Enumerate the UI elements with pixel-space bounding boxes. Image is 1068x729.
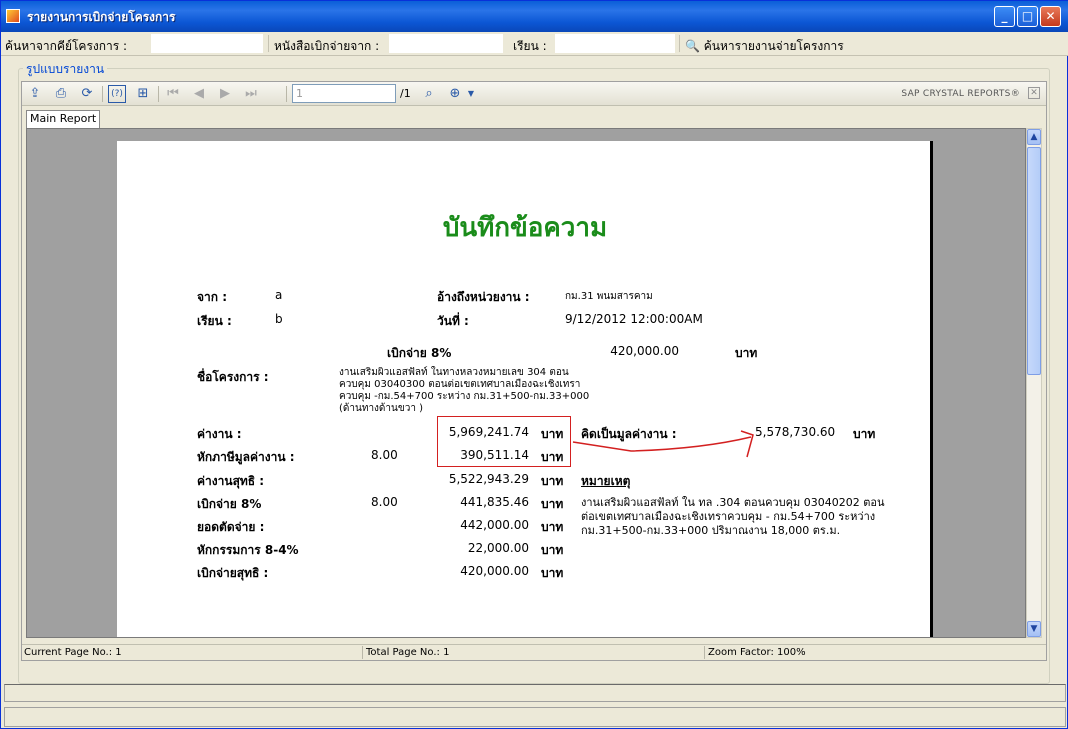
previous-page-icon[interactable]: ◀: [190, 85, 208, 103]
status-separator: [362, 646, 363, 659]
search-report-button[interactable]: 🔍 ค้นหารายงานจ่ายโครงการ: [685, 37, 844, 56]
crystal-report-viewer: ⇪ ⎙ ⟳ (?) ⊞ ⏮ ◀ ▶ ⏭ 1 /1 ⌕ ⊕ ▼ SAP CRYST…: [21, 81, 1047, 661]
to-label: เรียน :: [197, 314, 232, 328]
committee-value: 22,000.00: [467, 541, 529, 555]
disburse-value: 420,000.00: [610, 344, 679, 358]
report-window: รายงานการเบิกจ่ายโครงการ _ □ ✕ ค้นหาจากค…: [0, 0, 1068, 729]
group-tree-icon[interactable]: ⊞: [134, 85, 152, 103]
net-pay-value: 420,000.00: [460, 564, 529, 578]
search-report-label: ค้นหารายงานจ่ายโครงการ: [703, 39, 844, 53]
project-key-input[interactable]: [151, 34, 263, 53]
zoom-factor-status: Zoom Factor: 100%: [708, 647, 806, 658]
lower-panel: [4, 684, 1066, 702]
disburse-8-value: 441,835.46: [460, 495, 529, 509]
letter-from-label: หนังสือเบิกจ่ายจาก :: [274, 39, 380, 53]
net-work-value: 5,522,943.29: [448, 472, 529, 486]
to-label: เรียน :: [513, 39, 547, 53]
current-page-status: Current Page No.: 1: [24, 647, 122, 658]
title-bar[interactable]: รายงานการเบิกจ่ายโครงการ _ □ ✕: [1, 1, 1068, 32]
crystal-reports-brand: SAP CRYSTAL REPORTS®: [901, 89, 1020, 99]
export-icon[interactable]: ⇪: [26, 85, 44, 103]
baht-unit: บาท: [541, 497, 564, 511]
net-pay-label: เบิกจ่ายสุทธิ :: [197, 566, 269, 580]
viewer-toolbar: ⇪ ⎙ ⟳ (?) ⊞ ⏮ ◀ ▶ ⏭ 1 /1 ⌕ ⊕ ▼ SAP CRYST…: [22, 82, 1046, 106]
report-canvas: บันทึกข้อความ จาก : a เรียน : b อ้างถึงห…: [26, 128, 1026, 638]
window-title: รายงานการเบิกจ่ายโครงการ: [27, 10, 176, 24]
help-icon[interactable]: (?): [108, 85, 126, 103]
viewer-statusbar: Current Page No.: 1 Total Page No.: 1 Zo…: [22, 644, 1046, 660]
report-page: บันทึกข้อความ จาก : a เรียน : b อ้างถึงห…: [117, 141, 933, 637]
project-name-label: ชื่อโครงการ :: [197, 370, 269, 384]
status-separator: [704, 646, 705, 659]
page-total-label: /1: [400, 87, 411, 100]
deduct-tax-rate: 8.00: [371, 448, 398, 462]
toolbar-separator: [102, 86, 103, 102]
search-toolbar: ค้นหาจากคีย์โครงการ : หนังสือเบิกจ่ายจาก…: [1, 32, 1068, 56]
net-work-label: ค่างานสุทธิ :: [197, 474, 265, 488]
date-value: 9/12/2012 12:00:00AM: [565, 312, 703, 326]
toolbar-separator: [679, 35, 680, 52]
toolbar-separator: [286, 86, 287, 102]
calc-value: 5,578,730.60: [755, 425, 836, 439]
scroll-thumb[interactable]: [1027, 147, 1041, 375]
baht-unit: บาท: [541, 543, 564, 557]
disburse-8-label: เบิกจ่าย 8%: [197, 497, 262, 511]
ref-unit-value: กม.31 พนมสารคาม: [565, 291, 653, 302]
round-pay-value: 442,000.00: [460, 518, 529, 532]
baht-unit: บาท: [735, 346, 758, 360]
maximize-button[interactable]: □: [1017, 6, 1038, 27]
window-statusbar: [4, 707, 1066, 727]
annotation-arrow: [572, 430, 754, 458]
date-label: วันที่ :: [437, 314, 469, 328]
committee-label: หักกรรมการ 8-4%: [197, 543, 299, 557]
last-page-icon[interactable]: ⏭: [242, 85, 260, 103]
memo-title: บันทึกข้อความ: [442, 213, 608, 243]
find-icon[interactable]: ⌕: [420, 85, 438, 103]
deduct-tax-label: หักภาษีมูลค่างาน :: [197, 450, 295, 464]
baht-unit: บาท: [541, 474, 564, 488]
page-number-input[interactable]: 1: [292, 84, 396, 103]
note-label: หมายเหตุ: [581, 474, 631, 488]
tab-main-report[interactable]: Main Report: [26, 110, 101, 128]
from-label: จาก :: [197, 290, 228, 304]
app-icon: [6, 9, 20, 23]
refresh-icon[interactable]: ⟳: [78, 85, 96, 103]
letter-from-input[interactable]: [389, 34, 503, 53]
from-value: a: [275, 288, 283, 302]
close-button[interactable]: ✕: [1040, 6, 1061, 27]
baht-unit: บาท: [541, 520, 564, 534]
scroll-down-icon[interactable]: ▼: [1027, 621, 1041, 637]
first-page-icon[interactable]: ⏮: [164, 85, 182, 103]
toolbar-separator: [158, 86, 159, 102]
close-icon[interactable]: ✕: [1028, 87, 1040, 99]
baht-unit: บาท: [853, 427, 876, 441]
note-text: งานเสริมผิวแอสฟัลท์ ใน ทล .304 ตอนควบคุม…: [581, 496, 885, 537]
highlight-box: [437, 416, 571, 467]
next-page-icon[interactable]: ▶: [216, 85, 234, 103]
disburse-8-rate: 8.00: [371, 495, 398, 509]
baht-unit: บาท: [541, 566, 564, 580]
round-pay-label: ยอดตัดจ่าย :: [197, 520, 265, 534]
minimize-button[interactable]: _: [994, 6, 1015, 27]
disburse-label: เบิกจ่าย 8%: [387, 346, 452, 360]
report-format-title: รูปแบบรายงาน: [23, 60, 108, 79]
work-cost-label: ค่างาน :: [197, 427, 242, 441]
toolbar-separator: [268, 35, 269, 52]
to-input[interactable]: [555, 34, 675, 53]
search-icon: 🔍: [685, 39, 700, 53]
project-key-label: ค้นหาจากคีย์โครงการ :: [5, 39, 128, 53]
total-page-status: Total Page No.: 1: [366, 647, 450, 658]
to-value: b: [275, 312, 283, 326]
ref-unit-label: อ้างถึงหน่วยงาน :: [437, 290, 530, 304]
vertical-scrollbar[interactable]: ▲ ▼: [1026, 128, 1042, 638]
chevron-down-icon[interactable]: ▼: [462, 85, 480, 103]
print-icon[interactable]: ⎙: [52, 85, 70, 103]
scroll-up-icon[interactable]: ▲: [1027, 129, 1041, 145]
project-name-text: งานเสริมผิวแอสฟัลท์ ในทางหลวงหมายเลข 304…: [339, 367, 590, 414]
